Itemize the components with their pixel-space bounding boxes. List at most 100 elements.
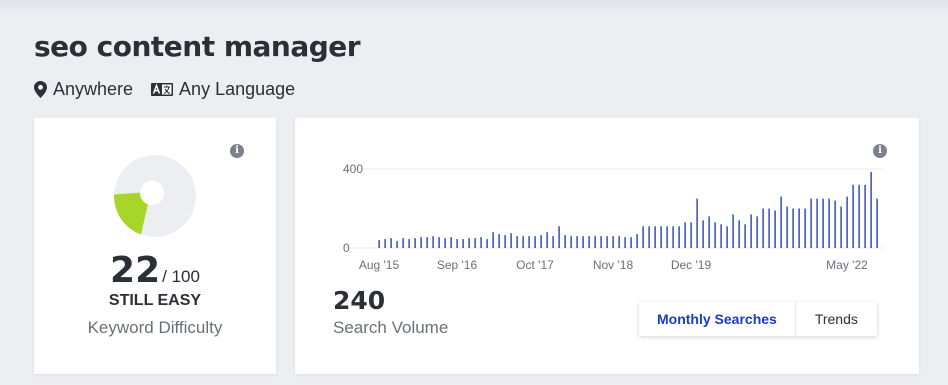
bar: [798, 208, 800, 248]
bar: [456, 239, 458, 248]
x-tick-label: Oct '17: [516, 258, 554, 272]
bar: [666, 226, 668, 248]
bar: [834, 200, 836, 248]
x-tick-label: Sep '16: [437, 258, 478, 272]
bar: [408, 239, 410, 248]
bar: [582, 236, 584, 248]
y-tick-label: 400: [343, 162, 363, 176]
bar: [564, 235, 566, 248]
bar: [540, 235, 542, 248]
bar: [444, 238, 446, 248]
bar: [810, 198, 812, 248]
bar: [462, 239, 464, 248]
bar: [510, 233, 512, 248]
search-volume-caption: Search Volume: [333, 318, 449, 337]
bar: [588, 236, 590, 248]
location-filter[interactable]: Anywhere: [34, 79, 133, 100]
bar: [402, 238, 404, 248]
bar: [636, 234, 638, 248]
bar: [756, 216, 758, 248]
bar: [762, 208, 764, 248]
bar: [576, 236, 578, 248]
bar: [768, 208, 770, 248]
bar: [654, 226, 656, 248]
bar: [864, 184, 866, 248]
bar: [828, 198, 830, 248]
bar: [780, 196, 782, 248]
bar: [738, 220, 740, 248]
trends-tab[interactable]: Trends: [796, 302, 877, 336]
bar: [672, 226, 674, 248]
y-tick-label: 0: [343, 241, 350, 255]
bar: [630, 237, 632, 248]
x-tick-label: Nov '18: [593, 258, 634, 272]
bar: [528, 236, 530, 248]
bar: [684, 222, 686, 248]
bar: [414, 238, 416, 248]
bar: [486, 239, 488, 248]
bar: [504, 235, 506, 248]
bar: [660, 226, 662, 248]
bar: [714, 222, 716, 248]
bar: [786, 206, 788, 248]
search-volume-value: 240: [333, 286, 386, 315]
bar: [480, 237, 482, 248]
keyword-difficulty-card: i 22/ 100 STILL EASY Keyword Difficulty: [34, 118, 276, 374]
bar: [846, 196, 848, 248]
top-shade: [0, 0, 948, 14]
bar: [720, 224, 722, 248]
bar: [474, 238, 476, 248]
bar: [618, 236, 620, 248]
search-volume-card: i 400 0 Aug '15 Sep '16 Oct '17 Nov '18 Dec '1…: [295, 118, 919, 374]
difficulty-caption: Keyword Difficulty: [87, 318, 223, 337]
bar: [648, 226, 650, 248]
bar: [696, 198, 698, 248]
bar: [702, 220, 704, 248]
bar: [396, 241, 398, 248]
difficulty-label: STILL EASY: [108, 292, 202, 309]
bar: [552, 236, 554, 248]
bar: [420, 237, 422, 248]
bar: [870, 171, 872, 248]
bar: [438, 237, 440, 248]
bar: [468, 238, 470, 248]
x-tick-label: Aug '15: [359, 258, 400, 272]
bar: [606, 236, 608, 248]
bar: [546, 232, 548, 248]
bar: [600, 236, 602, 248]
bar: [492, 232, 494, 248]
bar: [744, 224, 746, 248]
bar: [840, 206, 842, 248]
bar: [534, 236, 536, 248]
bar: [726, 226, 728, 248]
bar: [804, 208, 806, 248]
x-tick-label: May '22: [826, 258, 868, 272]
language-filter[interactable]: Any Language: [151, 79, 295, 100]
bar: [690, 222, 692, 248]
bar: [678, 226, 680, 248]
location-label: Anywhere: [53, 79, 134, 99]
language-label: Any Language: [179, 79, 296, 99]
monthly-searches-tab[interactable]: Monthly Searches: [639, 302, 796, 336]
bar: [852, 184, 854, 248]
bar: [522, 236, 524, 248]
bar: [624, 237, 626, 248]
bar: [390, 238, 392, 248]
bar: [516, 236, 518, 248]
bar: [432, 236, 434, 248]
bar: [774, 210, 776, 248]
bar: [612, 236, 614, 248]
bar: [384, 239, 386, 248]
location-pin-icon: [34, 81, 47, 98]
bar: [732, 214, 734, 248]
search-volume-chart: 400 0 Aug '15 Sep '16 Oct '17 Nov '18 Dec '19 M…: [343, 162, 883, 272]
bar: [816, 198, 818, 248]
bar: [570, 236, 572, 248]
info-icon[interactable]: i: [230, 144, 244, 158]
difficulty-score-max: / 100: [162, 267, 200, 286]
chart-mode-toggle: Monthly Searches Trends: [639, 302, 877, 336]
difficulty-score-value: 22: [110, 250, 161, 291]
bar: [822, 198, 824, 248]
translate-icon: [151, 83, 174, 96]
bar: [750, 214, 752, 248]
